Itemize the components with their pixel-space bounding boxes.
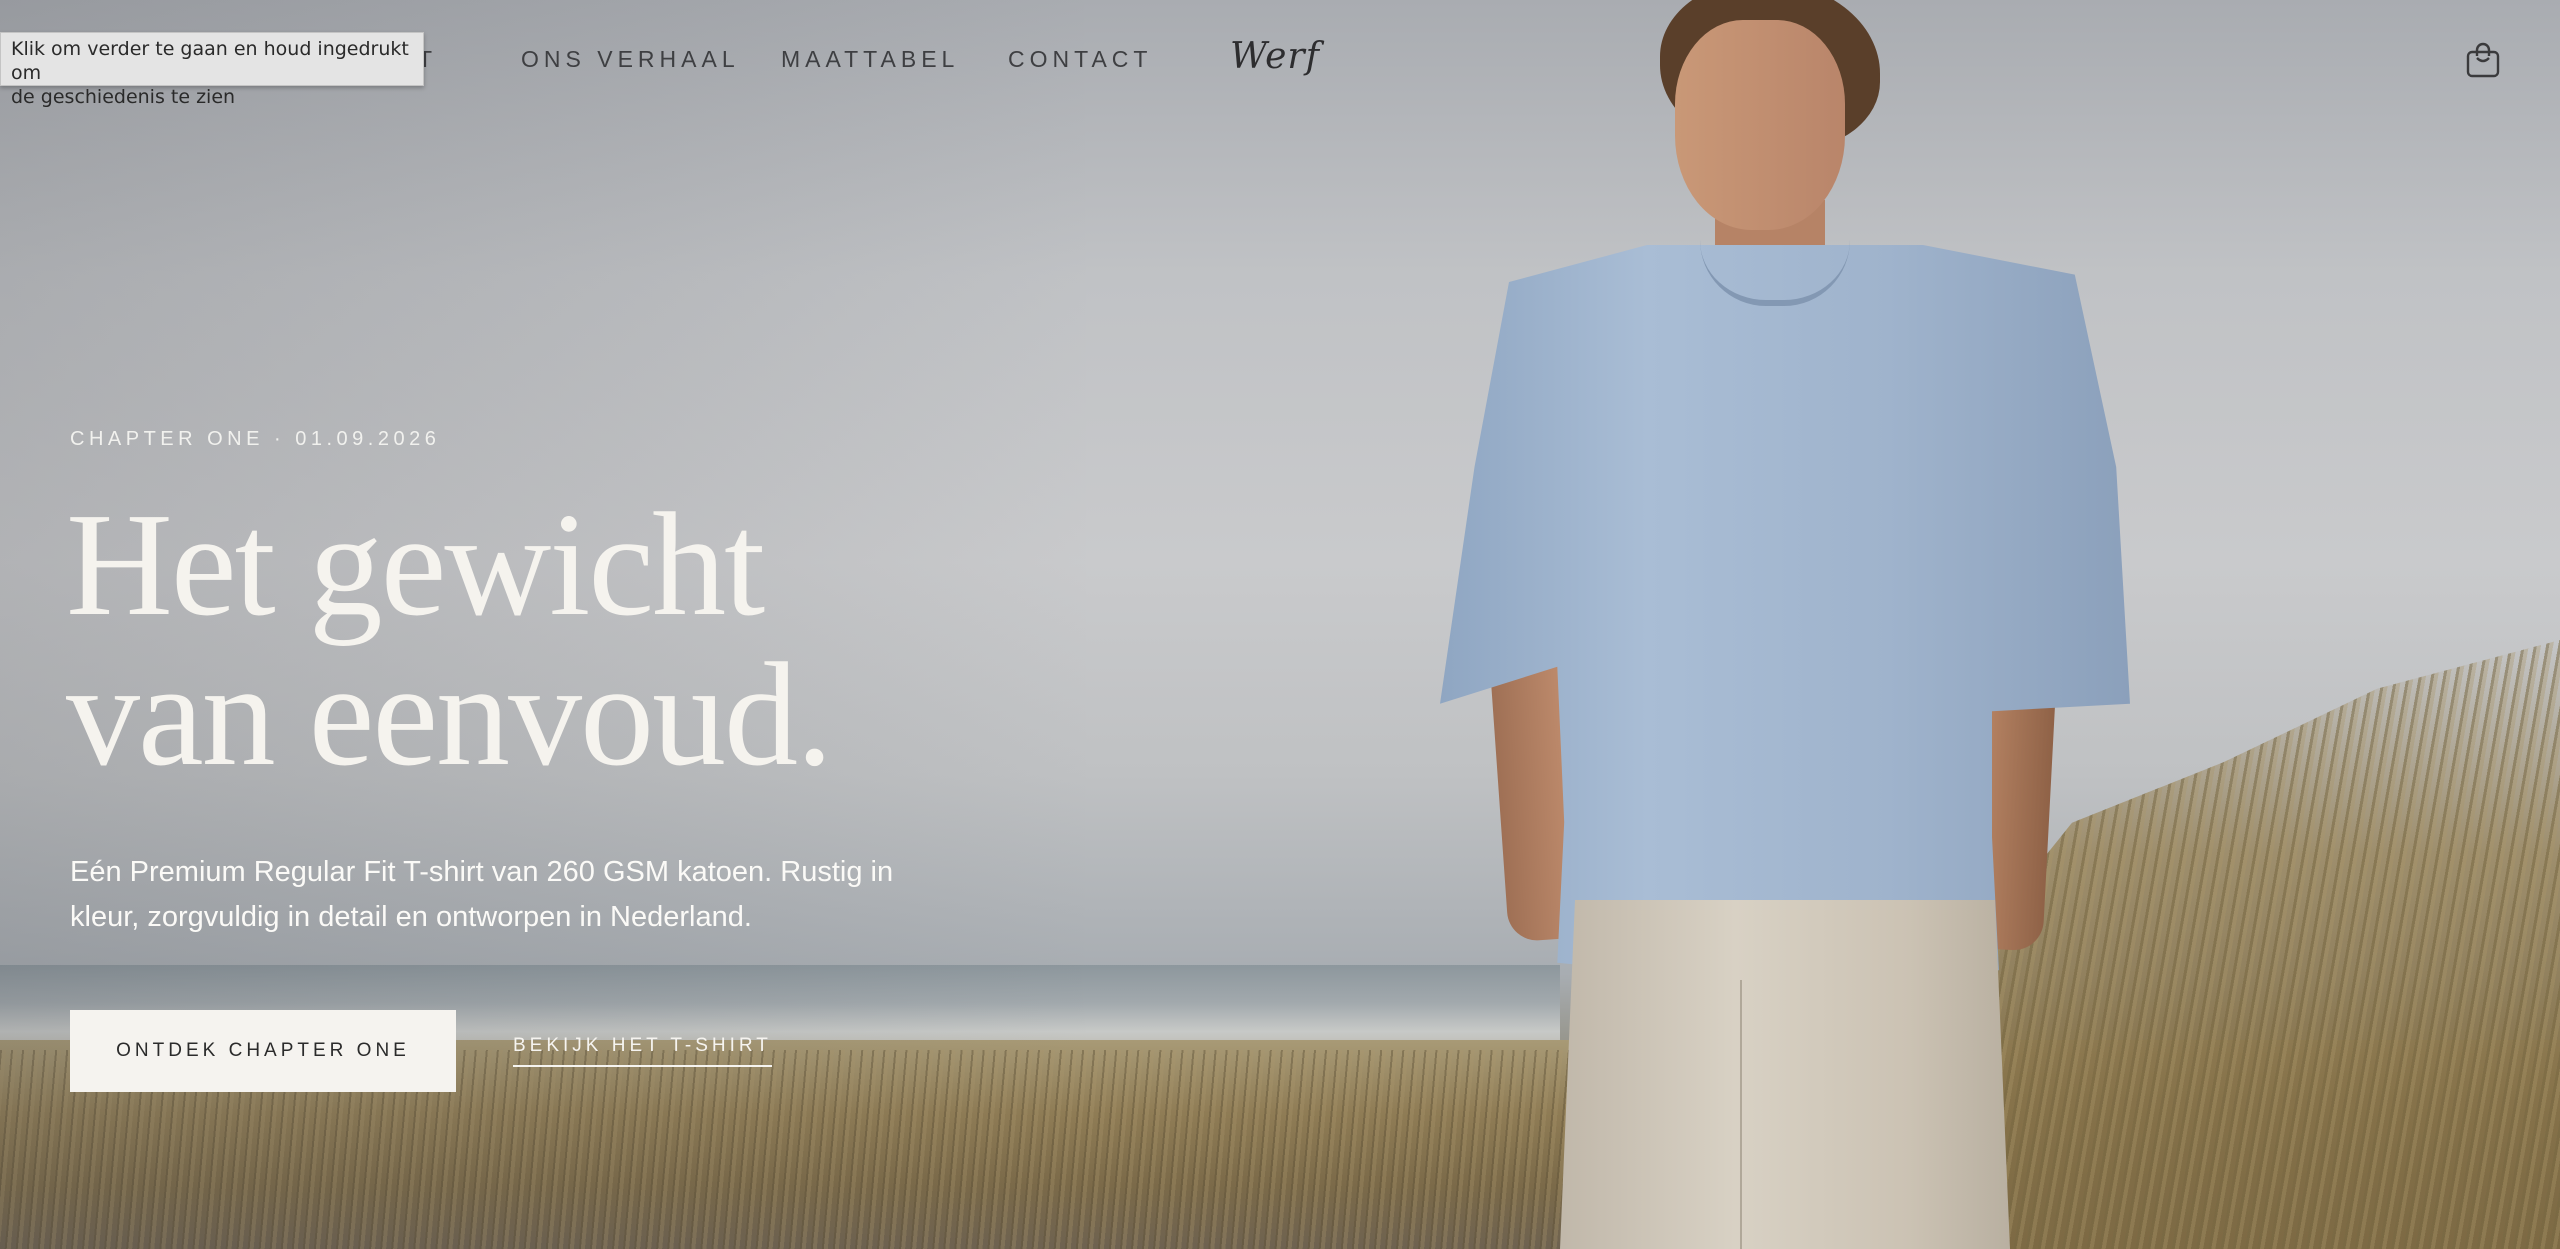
brand-logo[interactable]: Werf <box>1230 36 1320 77</box>
trouser-crease <box>1740 980 1742 1249</box>
browser-tooltip: Klik om verder te gaan en houd ingedrukt… <box>0 32 424 108</box>
hero-kicker: CHAPTER ONE · 01.09.2026 <box>70 428 441 450</box>
headline-line-2: van eenvoud. <box>66 633 833 797</box>
discover-chapter-one-button[interactable]: ONTDEK CHAPTER ONE <box>70 1010 456 1092</box>
model-figure <box>1440 0 2140 1249</box>
tooltip-line-2: de geschiedenis te zien <box>11 86 236 108</box>
headline-line-1: Het gewicht <box>66 483 765 647</box>
shopping-bag-icon[interactable] <box>2466 42 2500 78</box>
nav-link-contact[interactable]: CONTACT <box>1008 46 1152 73</box>
nav-link-maattabel[interactable]: MAATTABEL <box>781 46 959 73</box>
hero-headline: Het gewicht van eenvoud. <box>66 483 833 797</box>
view-tshirt-link[interactable]: BEKIJK HET T-SHIRT <box>513 1035 772 1067</box>
nav-link-ons-verhaal[interactable]: ONS VERHAAL <box>521 46 740 73</box>
model-trousers <box>1560 900 2010 1249</box>
tooltip-line-1: Klik om verder te gaan en houd ingedrukt… <box>11 38 409 84</box>
hero-subtitle: Eén Premium Regular Fit T-shirt van 260 … <box>70 856 894 933</box>
